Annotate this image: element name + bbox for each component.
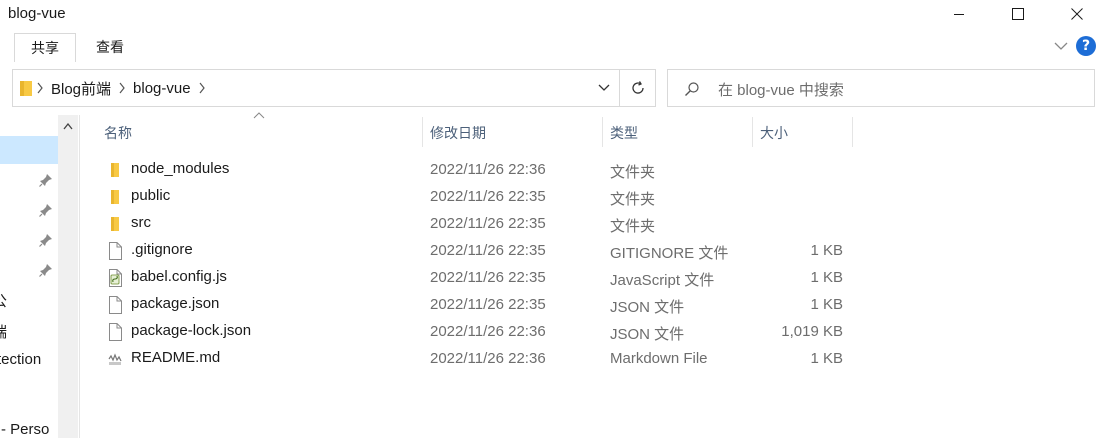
file-modified-date: 2022/11/26 22:35: [430, 242, 546, 259]
column-header-date[interactable]: 修改日期: [430, 123, 486, 153]
file-row[interactable]: README.md 2022/11/26 22:36 Markdown File 1 …: [100, 345, 860, 372]
nav-item-label[interactable]: - Perso: [1, 421, 49, 438]
markdown-file-icon: [106, 350, 124, 368]
file-type: 文件夹: [610, 218, 656, 235]
file-name: package.json: [131, 295, 220, 312]
title-bar: blog-vue: [0, 0, 1106, 30]
file-name: README.md: [131, 349, 221, 366]
file-name: package-lock.json: [131, 322, 252, 339]
file-size: 1 KB: [810, 269, 843, 286]
nav-item-label[interactable]: 端: [0, 321, 7, 342]
folder-icon: [106, 161, 124, 179]
script-file-icon: [106, 269, 124, 287]
nav-item-selected[interactable]: [0, 136, 58, 164]
file-type: 文件夹: [610, 164, 656, 181]
file-modified-date: 2022/11/26 22:35: [430, 296, 546, 313]
file-type: JSON 文件: [610, 326, 685, 343]
pin-icon[interactable]: [39, 233, 53, 247]
ribbon: 共享 查看 ?: [0, 30, 1106, 62]
address-bar[interactable]: Blog前端 blog-vue: [12, 69, 656, 107]
pin-icon[interactable]: [39, 263, 53, 277]
folder-icon: [13, 79, 33, 97]
file-row[interactable]: package.json 2022/11/26 22:35 JSON 文件 1 KB: [100, 291, 860, 318]
file-row[interactable]: .gitignore 2022/11/26 22:35 GITIGNORE 文件 1 …: [100, 237, 860, 264]
file-modified-date: 2022/11/26 22:35: [430, 269, 546, 286]
folder-icon: [106, 215, 124, 233]
file-name: src: [131, 214, 151, 231]
nav-scroll-up-button[interactable]: [58, 115, 78, 137]
chevron-right-icon[interactable]: [115, 82, 129, 94]
minimize-icon: [954, 14, 964, 15]
refresh-button[interactable]: [619, 70, 656, 106]
pin-icon[interactable]: [39, 173, 53, 187]
address-history-dropdown[interactable]: [589, 70, 619, 106]
column-divider[interactable]: [602, 117, 603, 147]
file-icon: [106, 323, 124, 341]
file-row[interactable]: babel.config.js 2022/11/26 22:35 JavaScrip…: [100, 264, 860, 291]
file-modified-date: 2022/11/26 22:35: [430, 215, 546, 232]
file-type: JavaScript 文件: [610, 272, 715, 289]
file-type: Markdown File: [610, 350, 708, 367]
file-size: 1 KB: [810, 242, 843, 259]
file-type: 文件夹: [610, 191, 656, 208]
file-modified-date: 2022/11/26 22:35: [430, 188, 546, 205]
file-name: public: [131, 187, 171, 204]
sort-ascending-icon: [253, 112, 265, 119]
column-header-type[interactable]: 类型: [610, 123, 638, 153]
column-divider[interactable]: [752, 117, 753, 147]
file-modified-date: 2022/11/26 22:36: [430, 350, 546, 367]
search-box[interactable]: 在 blog-vue 中搜索: [667, 69, 1095, 107]
file-row[interactable]: src 2022/11/26 22:35 文件夹: [100, 210, 860, 237]
chevron-up-icon: [63, 122, 73, 129]
file-row[interactable]: public 2022/11/26 22:35 文件夹: [100, 183, 860, 210]
file-type: GITIGNORE 文件: [610, 245, 729, 262]
chevron-right-icon[interactable]: [195, 82, 209, 94]
pin-icon[interactable]: [39, 203, 53, 217]
close-icon: [1071, 8, 1083, 20]
folder-icon: [106, 188, 124, 206]
navigation-pane: 公 端 tection - Perso: [0, 115, 80, 438]
file-modified-date: 2022/11/26 22:36: [430, 161, 546, 178]
minimize-button[interactable]: [936, 0, 982, 28]
column-divider[interactable]: [852, 117, 853, 147]
file-name: babel.config.js: [131, 268, 227, 285]
window-title: blog-vue: [8, 5, 66, 22]
file-size: 1 KB: [810, 350, 843, 367]
nav-item-label[interactable]: tection: [0, 351, 41, 368]
file-size: 1 KB: [810, 296, 843, 313]
column-header-size[interactable]: 大小: [760, 123, 788, 153]
column-divider[interactable]: [422, 117, 423, 147]
file-size: 1,019 KB: [781, 323, 843, 340]
maximize-icon: [1012, 8, 1024, 20]
breadcrumb-blog-vue[interactable]: blog-vue: [129, 80, 195, 97]
maximize-button[interactable]: [995, 0, 1041, 28]
search-input[interactable]: 在 blog-vue 中搜索: [718, 79, 844, 100]
file-type: JSON 文件: [610, 299, 685, 316]
close-button[interactable]: [1054, 0, 1100, 28]
file-row[interactable]: package-lock.json 2022/11/26 22:36 JSON 文件…: [100, 318, 860, 345]
tab-view[interactable]: 查看: [82, 33, 138, 62]
file-name: node_modules: [131, 160, 230, 177]
help-button[interactable]: ?: [1076, 36, 1096, 56]
chevron-down-icon: [598, 84, 610, 91]
expand-ribbon-icon[interactable]: [1054, 41, 1068, 51]
tab-share[interactable]: 共享: [14, 33, 76, 62]
breadcrumb-blog-frontend[interactable]: Blog前端: [47, 78, 115, 99]
refresh-icon: [632, 81, 644, 94]
chevron-right-icon[interactable]: [33, 82, 47, 94]
file-row[interactable]: node_modules 2022/11/26 22:36 文件夹: [100, 156, 860, 183]
search-icon: [684, 81, 700, 101]
file-icon: [106, 296, 124, 314]
file-name: .gitignore: [131, 241, 193, 258]
column-header-name[interactable]: 名称: [104, 123, 132, 153]
file-modified-date: 2022/11/26 22:36: [430, 323, 546, 340]
ribbon-controls: ?: [1054, 36, 1096, 56]
nav-item-label[interactable]: 公: [0, 290, 7, 311]
nav-scrollbar[interactable]: [58, 115, 78, 438]
file-icon: [106, 242, 124, 260]
